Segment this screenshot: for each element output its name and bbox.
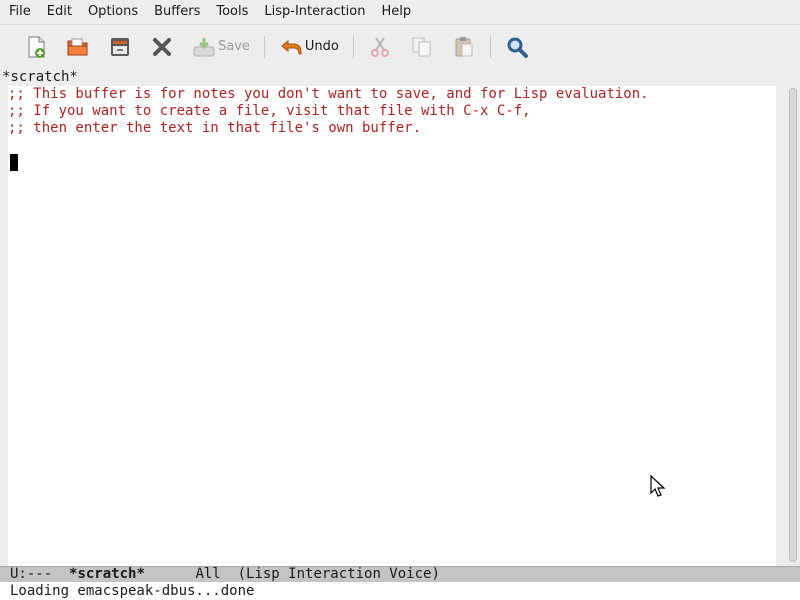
paste-button[interactable] (452, 30, 476, 64)
undo-arrow-icon (281, 39, 302, 54)
undo-label: Undo (304, 39, 339, 54)
modeline-buffer-name[interactable]: *scratch* (69, 566, 145, 582)
save-label: Save (218, 39, 250, 54)
menu-bar: File Edit Options Buffers Tools Lisp-Int… (0, 0, 800, 24)
close-x-icon (153, 37, 171, 56)
paste-icon (455, 36, 473, 56)
comment-line: ;; This buffer is for notes you don't wa… (8, 86, 649, 102)
new-file-icon (28, 36, 45, 58)
left-fringe (0, 86, 8, 566)
modeline-major-mode[interactable]: (Lisp Interaction Voice) (238, 566, 440, 582)
search-magnifier-icon (507, 37, 528, 58)
right-fringe (776, 86, 786, 566)
search-button[interactable] (505, 30, 529, 64)
dired-button[interactable] (108, 30, 132, 64)
open-folder-icon (67, 38, 88, 55)
menu-edit[interactable]: Edit (39, 0, 80, 24)
mode-line: U:--- *scratch* All (Lisp Interaction Vo… (0, 566, 800, 582)
toolbar-separator (263, 35, 265, 58)
save-button[interactable]: Save (192, 30, 250, 64)
save-icon (193, 37, 215, 56)
cut-scissors-icon (370, 36, 389, 57)
new-file-button[interactable] (24, 30, 48, 64)
menu-options[interactable]: Options (80, 0, 146, 24)
scrollbar-thumb[interactable] (789, 88, 797, 562)
menu-lisp-interaction[interactable]: Lisp-Interaction (256, 0, 373, 24)
dired-cabinet-icon (111, 37, 129, 56)
kill-buffer-button[interactable] (150, 30, 174, 64)
undo-button[interactable]: Undo (279, 30, 339, 64)
toolbar-separator (352, 35, 354, 58)
buffer-header-line: *scratch* (0, 68, 800, 86)
cut-button[interactable] (368, 30, 392, 64)
comment-line: ;; then enter the text in that file's ow… (8, 120, 422, 136)
mouse-pointer-icon (650, 475, 666, 497)
echo-area: Loading emacspeak-dbus...done (0, 582, 800, 600)
menu-file[interactable]: File (0, 0, 39, 24)
menu-help[interactable]: Help (374, 0, 420, 24)
modeline-position: All (144, 566, 238, 582)
menu-tools[interactable]: Tools (208, 0, 256, 24)
comment-line: ;; If you want to create a file, visit t… (8, 103, 531, 119)
menu-buffers[interactable]: Buffers (146, 0, 208, 24)
copy-button[interactable] (410, 30, 434, 64)
vertical-scrollbar[interactable] (786, 86, 800, 566)
copy-icon (412, 37, 431, 56)
modeline-status: U:--- (10, 566, 70, 582)
tool-bar: Save Undo (0, 24, 800, 68)
text-cursor (10, 154, 18, 171)
toolbar-separator (489, 35, 491, 58)
open-file-button[interactable] (66, 30, 90, 64)
